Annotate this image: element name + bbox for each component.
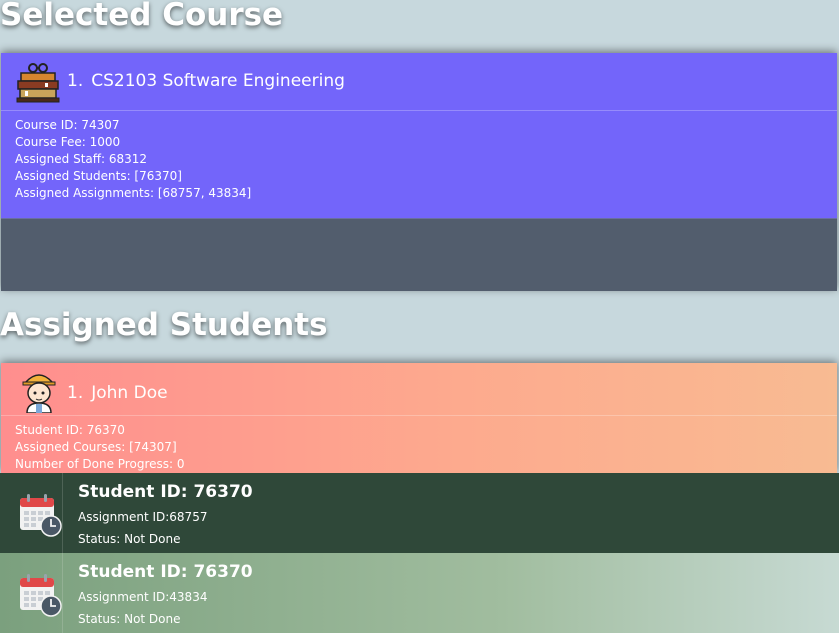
student-card[interactable]: 1. John Doe Student ID: 76370 Assigned Co… — [1, 363, 837, 473]
course-title: 1. CS2103 Software Engineering — [67, 71, 345, 91]
student-name: John Doe — [91, 383, 168, 403]
course-index: 1. — [67, 71, 84, 91]
course-id: Course ID: 74307 — [15, 118, 120, 132]
assignment-status: Status: Not Done — [78, 532, 181, 546]
course-name: CS2103 Software Engineering — [91, 71, 345, 91]
assigned-courses: Assigned Courses: [74307] — [15, 440, 177, 454]
assignment-row[interactable]: Student ID: 76370 Assignment ID:43834 St… — [0, 553, 839, 633]
done-progress-count: Number of Done Progress: 0 — [15, 457, 185, 471]
assigned-staff: Assigned Staff: 68312 — [15, 152, 148, 166]
selected-course-heading: Selected Course — [0, 0, 284, 33]
course-card-body: 1. CS2103 Software Engineering Course ID:… — [1, 53, 837, 218]
books-stack-icon — [16, 63, 60, 103]
student-card-header: 1. John Doe — [1, 363, 837, 416]
assignment-icon-cell — [0, 473, 63, 553]
assignment-id: Assignment ID:43834 — [78, 590, 208, 604]
assignment-status: Status: Not Done — [78, 612, 181, 626]
calendar-clock-icon — [20, 574, 62, 617]
assigned-students-heading: Assigned Students — [0, 307, 328, 343]
student-index: 1. — [67, 383, 84, 403]
student-avatar-icon — [22, 374, 56, 413]
assignment-student-id: Student ID: 76370 — [78, 482, 253, 502]
course-details: Course ID: 74307 Course Fee: 1000 Assign… — [15, 117, 251, 202]
course-card[interactable]: 1. CS2103 Software Engineering Course ID:… — [1, 53, 837, 291]
calendar-clock-icon — [20, 494, 62, 537]
assigned-assignments: Assigned Assignments: [68757, 43834] — [15, 186, 252, 200]
student-id: Student ID: 76370 — [15, 423, 125, 437]
assigned-students: Assigned Students: [76370] — [15, 169, 182, 183]
assignment-icon-cell — [0, 553, 63, 633]
course-card-footer — [1, 218, 837, 291]
course-fee: Course Fee: 1000 — [15, 135, 121, 149]
assignment-row[interactable]: Student ID: 76370 Assignment ID:68757 St… — [0, 473, 839, 553]
student-details: Student ID: 76370 Assigned Courses: [743… — [15, 422, 185, 473]
assignment-id: Assignment ID:68757 — [78, 510, 208, 524]
assignment-student-id: Student ID: 76370 — [78, 562, 253, 582]
course-card-header: 1. CS2103 Software Engineering — [1, 53, 837, 111]
student-title: 1. John Doe — [67, 383, 168, 403]
